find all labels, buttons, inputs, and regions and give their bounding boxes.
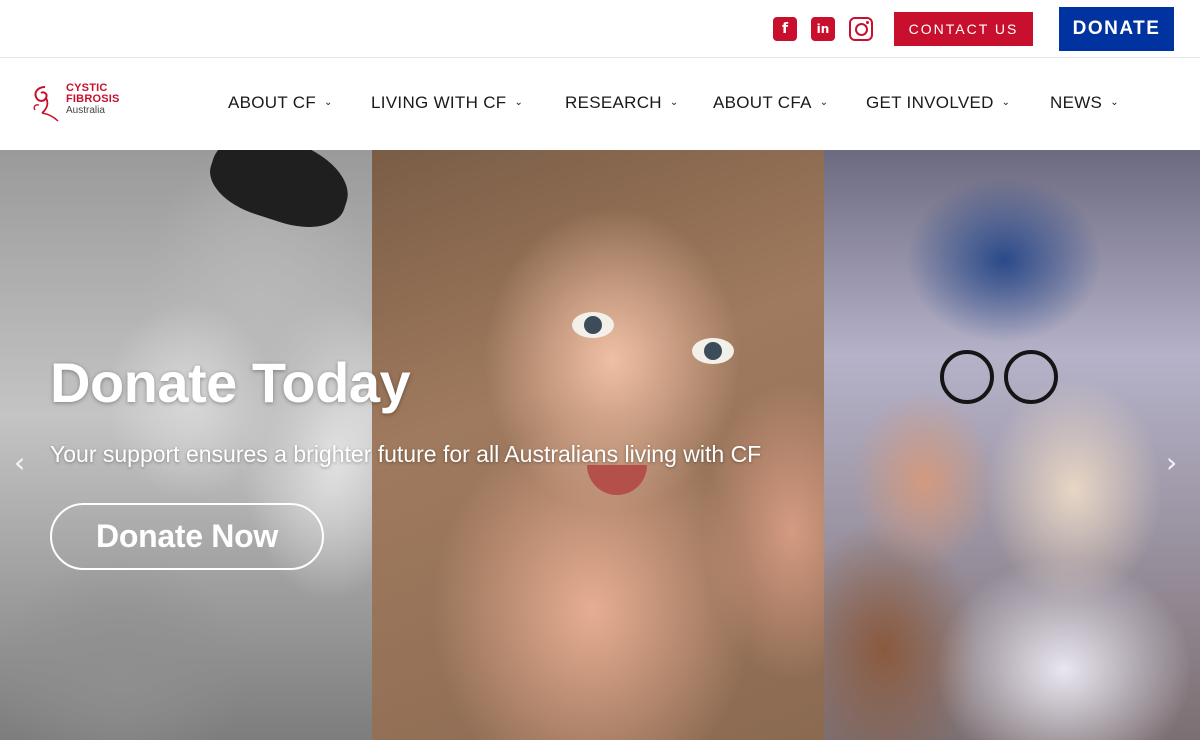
nav-item-research[interactable]: RESEARCH ⌄ <box>565 93 679 113</box>
chevron-down-icon: ⌄ <box>1001 96 1011 108</box>
logo-wordmark: CYSTIC FIBROSIS Australia <box>66 83 120 117</box>
baby-eye-right <box>692 338 734 364</box>
glasses-lens-right <box>1004 350 1058 404</box>
contact-us-button[interactable]: CONTACT US <box>894 12 1033 46</box>
chevron-down-icon: ⌄ <box>669 96 679 108</box>
facebook-glyph: f <box>781 21 789 37</box>
logo-line-3: Australia <box>66 105 105 116</box>
instagram-dot <box>866 21 869 24</box>
main-navbar: CYSTIC FIBROSIS Australia ABOUT CF ⌄ LIVI… <box>0 59 1200 150</box>
instagram-ring <box>854 22 868 36</box>
nav-item-get-involved[interactable]: GET INVOLVED ⌄ <box>866 93 1010 113</box>
nav-label: ABOUT CF <box>228 93 317 112</box>
nav-label: RESEARCH <box>565 93 662 112</box>
rose-logo-icon <box>33 86 59 122</box>
donate-button[interactable]: DONATE <box>1059 7 1174 51</box>
nav-label: LIVING WITH CF <box>371 93 507 112</box>
nav-item-news[interactable]: NEWS ⌄ <box>1050 93 1119 113</box>
nav-label: ABOUT CFA <box>713 93 812 112</box>
baby-eye-left <box>572 312 614 338</box>
chevron-down-icon: ⌄ <box>819 96 829 108</box>
top-utility-bar: f in CONTACT US DONATE <box>0 0 1200 58</box>
linkedin-icon[interactable]: in <box>811 17 835 41</box>
nav-item-about-cf[interactable]: ABOUT CF ⌄ <box>228 93 333 113</box>
site-logo[interactable]: CYSTIC FIBROSIS Australia <box>28 81 138 127</box>
glasses-lens-left <box>940 350 994 404</box>
nav-item-about-cfa[interactable]: ABOUT CFA ⌄ <box>713 93 828 113</box>
nav-label: NEWS <box>1050 93 1103 112</box>
hero-photo-father-baby <box>824 150 1200 740</box>
donate-now-button[interactable]: Donate Now <box>50 503 324 570</box>
nav-label: GET INVOLVED <box>866 93 994 112</box>
slider-next-icon[interactable]: › <box>1166 446 1177 479</box>
hero-slider: Donate Today Your support ensures a brig… <box>0 150 1200 740</box>
logo-line-2: FIBROSIS <box>66 93 120 105</box>
headband-shape <box>201 150 359 240</box>
glasses-shape <box>904 350 1058 406</box>
linkedin-glyph: in <box>816 22 830 36</box>
instagram-icon[interactable] <box>849 17 873 41</box>
hero-title: Donate Today <box>50 351 411 414</box>
slider-prev-icon[interactable]: ‹ <box>14 446 25 479</box>
baby-mouth <box>587 465 647 495</box>
facebook-icon[interactable]: f <box>773 17 797 41</box>
chevron-down-icon: ⌄ <box>514 96 524 108</box>
nav-item-living-with-cf[interactable]: LIVING WITH CF ⌄ <box>371 93 523 113</box>
chevron-down-icon: ⌄ <box>324 96 333 108</box>
chevron-down-icon: ⌄ <box>1110 96 1119 108</box>
hero-subtitle: Your support ensures a brighter future f… <box>50 441 762 467</box>
